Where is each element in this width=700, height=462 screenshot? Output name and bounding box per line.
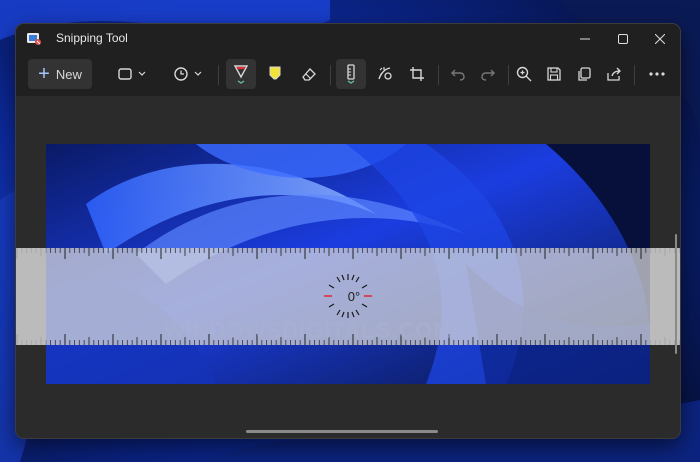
more-options-button[interactable] xyxy=(642,59,672,89)
vertical-scroll-indicator[interactable] xyxy=(675,234,677,354)
eraser-icon xyxy=(302,68,316,81)
redo-button[interactable] xyxy=(474,59,502,89)
toolbar-separator xyxy=(330,65,331,85)
delay-timer-icon xyxy=(174,67,202,81)
highlighter-button[interactable] xyxy=(260,59,290,89)
snipping-tool-app-icon xyxy=(27,33,41,45)
maximize-button[interactable] xyxy=(605,24,641,54)
copy-icon xyxy=(578,67,591,81)
toolbar-separator xyxy=(438,65,439,85)
crop-icon xyxy=(410,67,424,81)
zoom-button[interactable] xyxy=(510,59,538,89)
new-button-label: New xyxy=(55,66,82,82)
copy-button[interactable] xyxy=(570,59,598,89)
redo-icon xyxy=(481,69,495,81)
snipping-tool-window: Snipping Tool + New 0° WINDOWSDIGITALS.C… xyxy=(16,24,680,438)
minimize-icon xyxy=(580,38,590,40)
undo-button[interactable] xyxy=(444,59,472,89)
close-icon xyxy=(655,34,665,44)
toolbar-separator xyxy=(508,65,509,85)
snip-mode-dropdown[interactable] xyxy=(110,59,154,89)
ballpoint-pen-icon xyxy=(233,65,249,84)
ruler-icon xyxy=(347,64,355,84)
highlighter-icon xyxy=(269,66,281,80)
touch-writing-icon xyxy=(378,67,392,80)
share-button[interactable] xyxy=(600,59,628,89)
touch-writing-button[interactable] xyxy=(370,59,400,89)
undo-icon xyxy=(451,69,465,81)
snip-canvas[interactable]: 0° WINDOWSDIGITALS.COM xyxy=(16,96,680,438)
title-bar: Snipping Tool xyxy=(16,24,680,54)
ruler-button[interactable] xyxy=(336,59,366,89)
ruler-angle-readout: 0° xyxy=(347,289,361,304)
minimize-button[interactable] xyxy=(567,24,603,54)
more-icon xyxy=(649,72,665,76)
plus-icon: + xyxy=(38,63,50,85)
new-snip-button[interactable]: + New xyxy=(28,59,92,89)
horizontal-scrollbar[interactable] xyxy=(246,430,438,433)
save-button[interactable] xyxy=(540,59,568,89)
toolbar: + New xyxy=(16,54,680,96)
watermark-text: WINDOWSDIGITALS.COM xyxy=(164,318,453,343)
toolbar-separator xyxy=(634,65,635,85)
share-icon xyxy=(607,67,621,81)
toolbar-separator xyxy=(218,65,219,85)
zoom-icon xyxy=(516,66,532,82)
ballpoint-pen-button[interactable] xyxy=(226,59,256,89)
window-title: Snipping Tool xyxy=(56,31,128,45)
eraser-button[interactable] xyxy=(294,59,324,89)
crop-button[interactable] xyxy=(402,59,432,89)
delay-timer-dropdown[interactable] xyxy=(166,59,210,89)
snip-mode-icon xyxy=(118,68,146,80)
maximize-icon xyxy=(618,34,628,44)
close-button[interactable] xyxy=(642,24,678,54)
save-icon xyxy=(547,67,561,81)
